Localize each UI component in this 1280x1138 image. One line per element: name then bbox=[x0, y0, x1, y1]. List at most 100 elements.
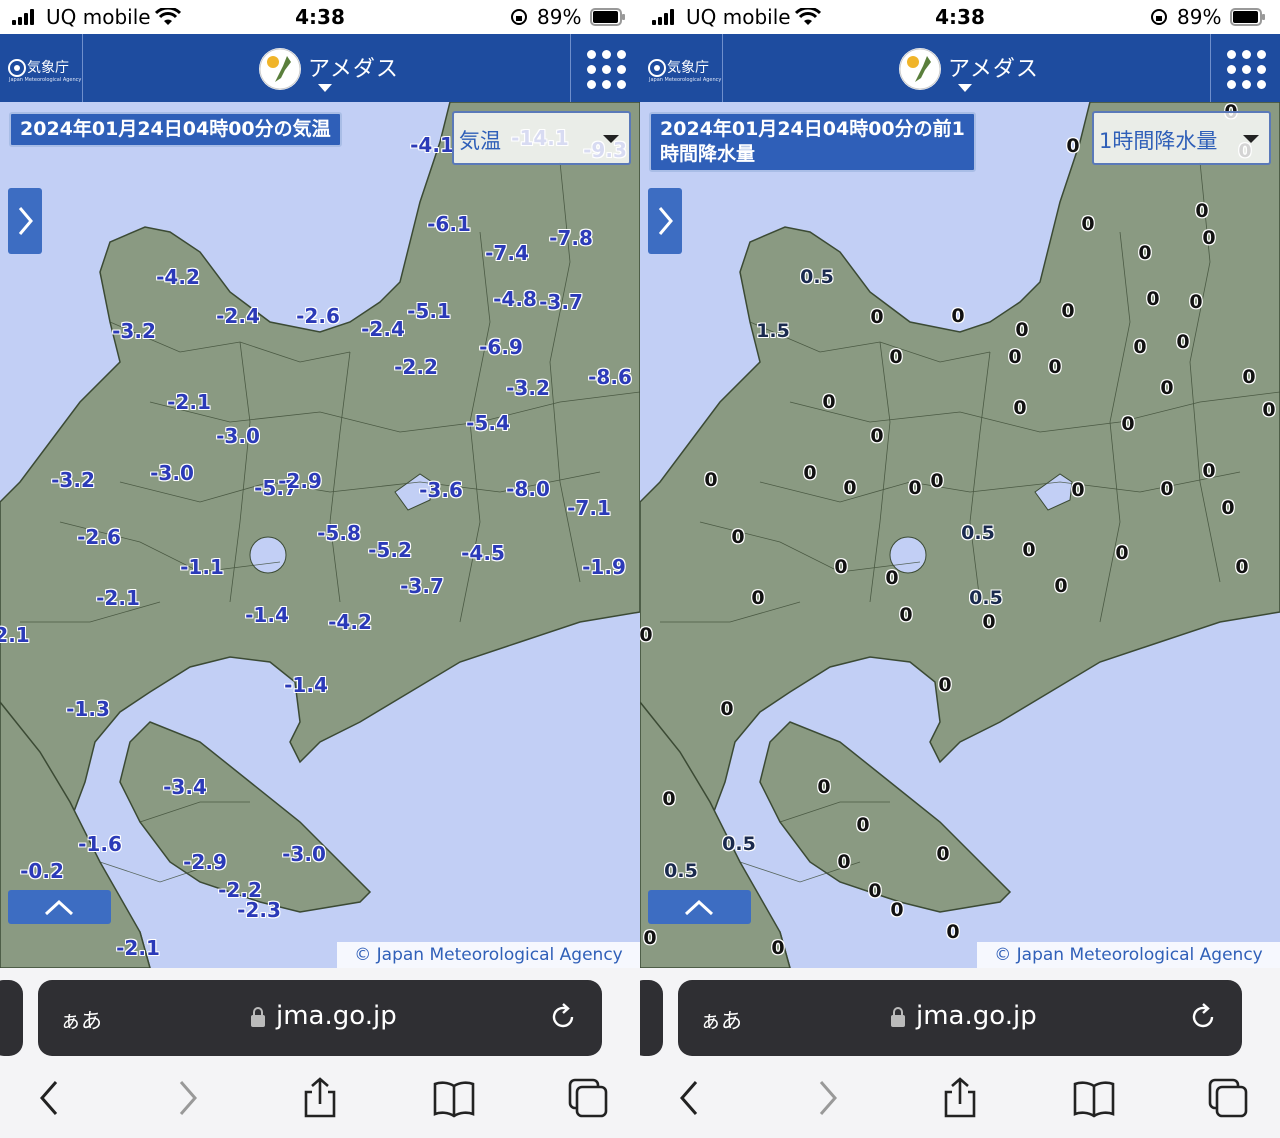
observation-value[interactable]: -7.4 bbox=[485, 241, 529, 265]
observation-value[interactable]: 0 bbox=[731, 526, 744, 548]
observation-value[interactable]: -4.1 bbox=[410, 133, 454, 157]
observation-value[interactable]: 0 bbox=[1262, 399, 1275, 421]
collapse-panel-button[interactable] bbox=[8, 890, 111, 924]
amedas-title[interactable]: アメダス bbox=[948, 51, 1039, 83]
forward-icon[interactable] bbox=[165, 1076, 209, 1120]
observation-value[interactable]: 0 bbox=[1071, 479, 1084, 501]
observation-value[interactable]: 0 bbox=[1189, 291, 1202, 313]
observation-value[interactable]: -8.6 bbox=[588, 365, 632, 389]
observation-value[interactable]: 0 bbox=[1202, 460, 1215, 482]
observation-value[interactable]: 0 bbox=[1138, 242, 1151, 264]
observation-value[interactable]: 0 bbox=[803, 462, 816, 484]
observation-value[interactable]: -4.8 bbox=[493, 287, 537, 311]
observation-value[interactable]: -2.1 bbox=[116, 936, 160, 960]
observation-value[interactable]: 0 bbox=[889, 346, 902, 368]
observation-value[interactable]: 0.5 bbox=[969, 587, 1003, 609]
observation-value[interactable]: -3.4 bbox=[163, 775, 207, 799]
tabs-icon[interactable] bbox=[566, 1076, 610, 1120]
tabs-icon[interactable] bbox=[1206, 1076, 1250, 1120]
page-settings-button[interactable]: ぁあ bbox=[60, 1005, 102, 1035]
forward-icon[interactable] bbox=[805, 1076, 849, 1120]
amedas-logo-icon[interactable] bbox=[259, 48, 301, 90]
observation-value[interactable]: 0 bbox=[1235, 556, 1248, 578]
collapse-panel-button[interactable] bbox=[648, 890, 751, 924]
observation-value[interactable]: 0 bbox=[856, 814, 869, 836]
observation-value[interactable]: 0 bbox=[1195, 200, 1208, 222]
observation-value[interactable]: -4.2 bbox=[328, 610, 372, 634]
observation-value[interactable]: -3.0 bbox=[150, 461, 194, 485]
observation-value[interactable]: 0 bbox=[868, 880, 881, 902]
observation-value[interactable]: 0 bbox=[938, 674, 951, 696]
chevron-down-icon[interactable] bbox=[958, 84, 972, 92]
element-select[interactable]: 1時間降水量 bbox=[1092, 111, 1271, 165]
address-bar[interactable]: ぁあ jma.go.jp bbox=[678, 980, 1242, 1056]
observation-value[interactable]: -5.4 bbox=[466, 411, 510, 435]
observation-value[interactable]: 0 bbox=[1022, 539, 1035, 561]
amedas-map[interactable]: -4.1-14.1-9.3-6.1-7.4-7.8-4.2-2.4-2.6-2.… bbox=[0, 102, 640, 968]
observation-value[interactable]: -3.2 bbox=[112, 319, 156, 343]
observation-value[interactable]: -4.2 bbox=[156, 265, 200, 289]
page-settings-button[interactable]: ぁあ bbox=[700, 1005, 742, 1035]
previous-tab-preview[interactable] bbox=[0, 980, 23, 1056]
observation-value[interactable]: 0 bbox=[982, 611, 995, 633]
side-panel-expand-button[interactable] bbox=[648, 188, 682, 254]
reload-icon[interactable] bbox=[548, 1002, 578, 1032]
observation-value[interactable]: 0 bbox=[822, 391, 835, 413]
observation-value[interactable]: 0 bbox=[908, 477, 921, 499]
observation-value[interactable]: 0 bbox=[1081, 213, 1094, 235]
observation-value[interactable]: -3.7 bbox=[400, 574, 444, 598]
observation-value[interactable]: 0 bbox=[1066, 135, 1079, 157]
observation-value[interactable]: 0 bbox=[1054, 575, 1067, 597]
amedas-title[interactable]: アメダス bbox=[308, 51, 399, 83]
observation-value[interactable]: -2.6 bbox=[77, 525, 121, 549]
bookmarks-icon[interactable] bbox=[1072, 1076, 1116, 1120]
observation-value[interactable]: 0 bbox=[837, 851, 850, 873]
observation-value[interactable]: 0 bbox=[704, 469, 717, 491]
observation-value[interactable]: -1.3 bbox=[66, 697, 110, 721]
observation-value[interactable]: -1.9 bbox=[582, 555, 626, 579]
element-select[interactable]: 気温 bbox=[452, 111, 631, 165]
observation-value[interactable]: -8.0 bbox=[506, 477, 550, 501]
observation-value[interactable]: -2.1 bbox=[167, 390, 211, 414]
observation-value[interactable]: 0 bbox=[1146, 288, 1159, 310]
observation-value[interactable]: 0 bbox=[662, 788, 675, 810]
observation-value[interactable]: 0 bbox=[1133, 336, 1146, 358]
observation-value[interactable]: 0 bbox=[643, 927, 656, 949]
observation-value[interactable]: -3.0 bbox=[216, 424, 260, 448]
observation-value[interactable]: 0 bbox=[936, 843, 949, 865]
observation-value[interactable]: -2.6 bbox=[296, 304, 340, 328]
observation-value[interactable]: 0 bbox=[1013, 397, 1026, 419]
observation-value[interactable]: 0.5 bbox=[961, 522, 995, 544]
jma-logo[interactable]: 気象庁 Japan Meteorological Agency bbox=[0, 34, 83, 102]
observation-value[interactable]: -3.2 bbox=[51, 468, 95, 492]
observation-value[interactable]: 0 bbox=[1202, 227, 1215, 249]
observation-value[interactable]: 0 bbox=[720, 698, 733, 720]
observation-value[interactable]: -2.4 bbox=[361, 317, 405, 341]
observation-value[interactable]: -2.3 bbox=[237, 898, 281, 922]
observation-value[interactable]: -5.1 bbox=[407, 299, 451, 323]
observation-value[interactable]: 0 bbox=[870, 306, 883, 328]
observation-value[interactable]: -7.8 bbox=[549, 226, 593, 250]
observation-value[interactable]: -1.1 bbox=[180, 555, 224, 579]
observation-value[interactable]: -1.6 bbox=[78, 832, 122, 856]
observation-value[interactable]: 0.5 bbox=[800, 266, 834, 288]
amedas-map[interactable]: 00000000.50000001.5000000000000000000000… bbox=[640, 102, 1280, 968]
observation-value[interactable]: -3.7 bbox=[539, 290, 583, 314]
bookmarks-icon[interactable] bbox=[432, 1076, 476, 1120]
observation-value[interactable]: -0.2 bbox=[20, 859, 64, 883]
observation-value[interactable]: 0 bbox=[1242, 366, 1255, 388]
observation-value[interactable]: 0 bbox=[1061, 300, 1074, 322]
observation-value[interactable]: -6.9 bbox=[479, 335, 523, 359]
address-bar[interactable]: ぁあ jma.go.jp bbox=[38, 980, 602, 1056]
observation-value[interactable]: 0 bbox=[1008, 346, 1021, 368]
grid-menu-button[interactable] bbox=[1210, 34, 1280, 102]
observation-value[interactable]: 0 bbox=[1160, 478, 1173, 500]
observation-value[interactable]: -1.4 bbox=[245, 603, 289, 627]
observation-value[interactable]: 0 bbox=[1221, 497, 1234, 519]
observation-value[interactable]: -5.8 bbox=[317, 521, 361, 545]
observation-value[interactable]: -2.9 bbox=[278, 469, 322, 493]
observation-value[interactable]: 0 bbox=[1160, 377, 1173, 399]
observation-value[interactable]: -5.2 bbox=[368, 538, 412, 562]
observation-value[interactable]: 0 bbox=[930, 470, 943, 492]
amedas-logo-icon[interactable] bbox=[899, 48, 941, 90]
